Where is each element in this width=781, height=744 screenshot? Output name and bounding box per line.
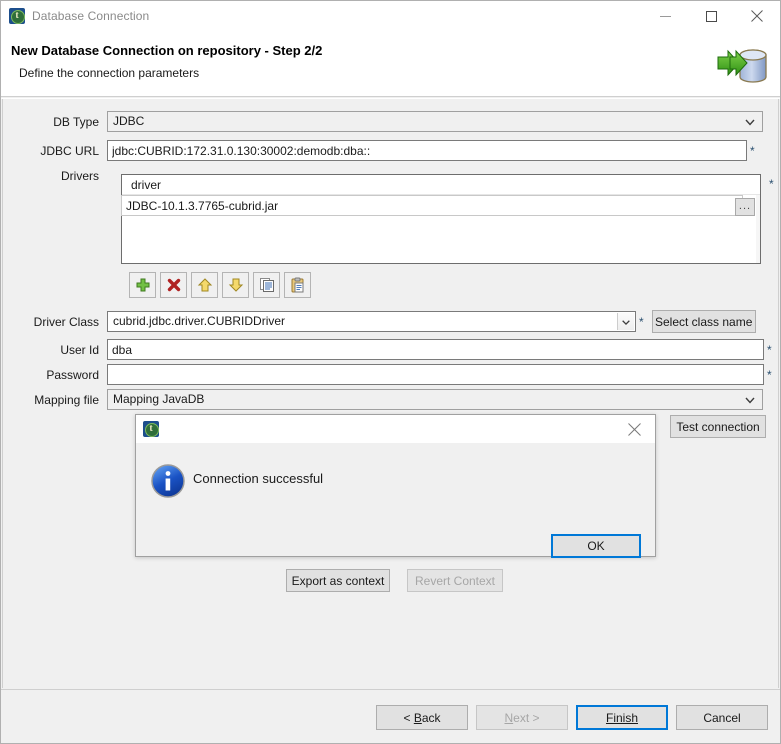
close-icon[interactable] [734, 1, 780, 31]
password-label: Password [46, 367, 99, 382]
drivers-toolbar [129, 272, 311, 298]
jdbc-url-required-mark: * [750, 143, 755, 158]
password-required-mark: * [767, 367, 772, 382]
password-input[interactable] [107, 364, 764, 385]
chevron-down-icon [744, 116, 756, 128]
user-id-input[interactable] [107, 339, 764, 360]
table-row[interactable]: JDBC-10.1.3.7765-cubrid.jar [121, 195, 743, 216]
database-import-icon [716, 39, 772, 89]
dialog-close-icon[interactable] [613, 415, 655, 443]
revert-context-button: Revert Context [407, 569, 503, 592]
user-id-required-mark: * [767, 342, 772, 357]
paste-button[interactable] [284, 272, 311, 298]
db-type-select[interactable]: JDBC [107, 111, 763, 132]
dialog-body: Connection successful OK [136, 443, 655, 558]
mapping-file-value: Mapping JavaDB [113, 392, 205, 406]
db-type-value: JDBC [113, 114, 145, 128]
minimize-icon[interactable] [642, 1, 688, 31]
test-connection-button[interactable]: Test connection [670, 415, 766, 438]
wizard-footer: < Back Next > Finish Cancel [1, 689, 780, 743]
chevron-down-icon [744, 394, 756, 406]
add-driver-button[interactable] [129, 272, 156, 298]
driver-class-select[interactable]: cubrid.jdbc.driver.CUBRIDDriver [107, 311, 636, 332]
page-subtitle: Define the connection parameters [19, 66, 200, 80]
finish-button[interactable]: Finish [576, 705, 668, 730]
mapping-file-select[interactable]: Mapping JavaDB [107, 389, 763, 410]
wizard-buttons: < Back Next > Finish Cancel [376, 705, 768, 730]
mapping-file-row: Mapping file Mapping JavaDB [3, 389, 763, 410]
form-body: DB Type JDBC JDBC URL * Drivers [1, 98, 780, 688]
jdbc-url-input[interactable] [107, 140, 747, 161]
drivers-table[interactable]: driver JDBC-10.1.3.7765-cubrid.jar ... [121, 174, 761, 264]
info-icon [151, 464, 185, 498]
cancel-button-label: Cancel [703, 710, 741, 725]
connection-result-dialog: Connection successful OK [135, 414, 656, 558]
back-button-label: < Back [403, 710, 441, 725]
next-button: Next > [476, 705, 568, 730]
next-button-label: Next > [504, 710, 540, 725]
wizard-header: New Database Connection on repository - … [1, 31, 780, 97]
page-title: New Database Connection on repository - … [11, 43, 323, 58]
db-type-row: DB Type JDBC [3, 111, 773, 132]
cancel-button[interactable]: Cancel [676, 705, 768, 730]
db-type-label: DB Type [53, 114, 99, 129]
title-bar: Database Connection [1, 1, 780, 31]
select-class-name-button[interactable]: Select class name [651, 310, 756, 333]
driver-class-row: Driver Class cubrid.jdbc.driver.CUBRIDDr… [3, 310, 756, 333]
password-row: Password * [3, 364, 772, 385]
export-as-context-button[interactable]: Export as context [286, 569, 390, 592]
window-controls [642, 1, 780, 31]
window-title: Database Connection [32, 9, 150, 23]
mapping-file-label: Mapping file [34, 392, 99, 407]
driver-class-value: cubrid.jdbc.driver.CUBRIDDriver [113, 314, 286, 328]
drivers-column-header: driver [122, 175, 760, 195]
drivers-required-mark: * [769, 177, 774, 191]
jdbc-url-label: JDBC URL [40, 143, 99, 158]
remove-driver-button[interactable] [160, 272, 187, 298]
maximize-icon[interactable] [688, 1, 734, 31]
user-id-row: User Id * [3, 339, 772, 360]
drivers-row-label: Drivers [3, 169, 107, 183]
chevron-down-icon[interactable] [617, 313, 634, 330]
window-icon [9, 8, 25, 24]
user-id-label: User Id [60, 342, 99, 357]
driver-class-required-mark: * [639, 314, 644, 329]
drivers-label: Drivers [61, 169, 99, 183]
copy-button[interactable] [253, 272, 280, 298]
dialog-title-bar [136, 415, 655, 443]
move-down-button[interactable] [222, 272, 249, 298]
dialog-ok-button[interactable]: OK [551, 534, 641, 558]
jdbc-url-row: JDBC URL * [3, 140, 773, 161]
dialog-message: Connection successful [193, 471, 324, 486]
drivers-browse-button[interactable]: ... [735, 198, 755, 216]
database-connection-window: Database Connection New Database Connect… [0, 0, 781, 744]
dialog-icon [143, 421, 159, 437]
finish-button-label: Finish [605, 710, 638, 725]
back-button[interactable]: < Back [376, 705, 468, 730]
driver-class-label: Driver Class [33, 314, 99, 329]
move-up-button[interactable] [191, 272, 218, 298]
